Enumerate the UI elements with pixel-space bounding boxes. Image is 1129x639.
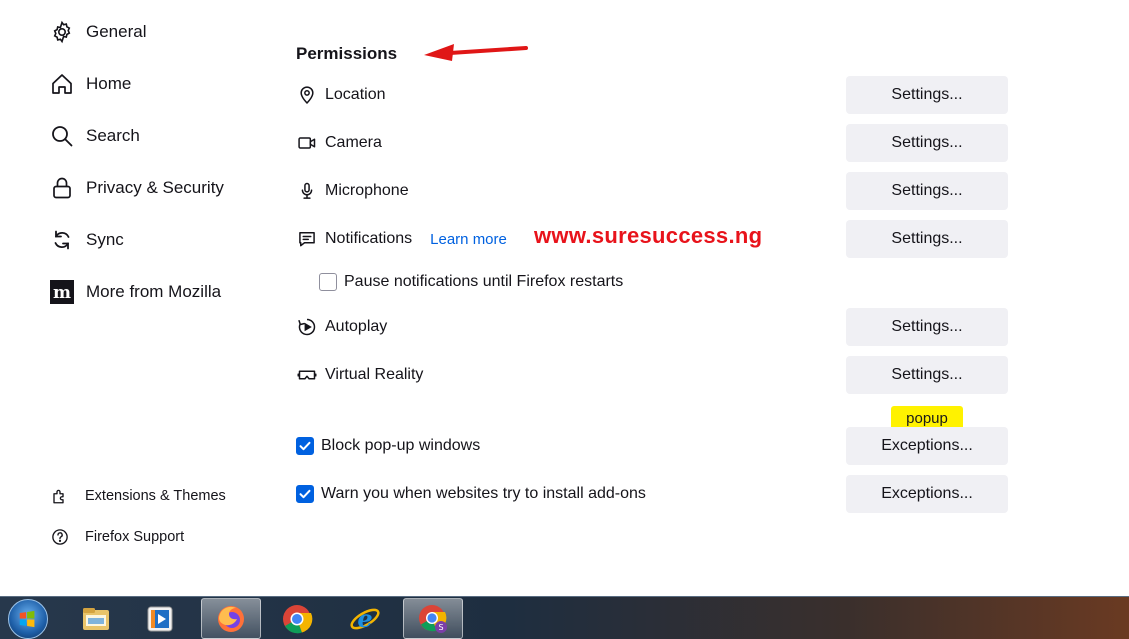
location-settings-button[interactable]: Settings...	[846, 76, 1008, 114]
help-icon	[50, 527, 70, 547]
permission-label: Virtual Reality	[325, 366, 424, 383]
permission-location: Location	[296, 81, 386, 109]
file-explorer-taskbar-button[interactable]	[66, 598, 126, 639]
permission-label: Microphone	[325, 182, 409, 199]
permission-virtual-reality: Virtual Reality	[296, 361, 423, 389]
file-explorer-icon	[83, 607, 109, 630]
permission-microphone: Microphone	[296, 177, 409, 205]
sidebar-item-sync[interactable]: Sync	[50, 225, 124, 255]
autoplay-settings-button[interactable]: Settings...	[846, 308, 1008, 346]
firefox-taskbar-button[interactable]	[201, 598, 261, 639]
vr-icon	[296, 364, 318, 386]
red-arrow-annotation	[424, 44, 528, 61]
windows-logo-icon	[19, 610, 35, 628]
check-icon	[299, 489, 311, 499]
block-popups-option: Block pop-up windows	[296, 434, 480, 458]
sidebar-item-general[interactable]: General	[50, 17, 146, 47]
permission-autoplay: Autoplay	[296, 313, 387, 341]
watermark-annotation: www.suresuccess.ng	[534, 223, 763, 248]
sidebar-footer-label: Extensions & Themes	[85, 488, 226, 504]
sidebar-item-privacy[interactable]: Privacy & Security	[50, 173, 224, 203]
mozilla-icon: m	[50, 280, 74, 304]
internet-explorer-icon: e	[350, 604, 380, 633]
permission-label: Notifications	[325, 230, 413, 247]
checkbox-label: Pause notifications until Firefox restar…	[344, 273, 624, 290]
gear-icon	[50, 20, 74, 44]
chrome-profile-taskbar-button[interactable]: S	[403, 598, 463, 639]
chrome-icon	[283, 604, 313, 633]
media-player-icon	[147, 606, 173, 631]
addons-exceptions-button[interactable]: Exceptions...	[846, 475, 1008, 513]
sidebar-footer-label: Firefox Support	[85, 529, 185, 545]
section-title: Permissions	[296, 44, 398, 63]
sidebar-item-search[interactable]: Search	[50, 121, 140, 151]
learn-more-link[interactable]: Learn more	[430, 231, 507, 248]
chrome-taskbar-button[interactable]	[267, 598, 327, 639]
home-icon	[50, 72, 74, 96]
taskbar: e S	[0, 596, 1129, 639]
microphone-settings-button[interactable]: Settings...	[846, 172, 1008, 210]
media-player-taskbar-button[interactable]	[130, 598, 190, 639]
svg-text:S: S	[438, 623, 443, 632]
popup-exceptions-button[interactable]: Exceptions...	[846, 427, 1008, 465]
sidebar-item-more-from-mozilla[interactable]: m More from Mozilla	[50, 277, 221, 307]
start-button[interactable]	[8, 599, 48, 639]
firefox-icon	[218, 605, 244, 632]
checkbox-label: Block pop-up windows	[321, 437, 481, 454]
permission-label: Location	[325, 86, 386, 103]
svg-text:m: m	[53, 283, 71, 303]
checkbox-label: Warn you when websites try to install ad…	[321, 485, 646, 502]
virtual-reality-settings-button[interactable]: Settings...	[846, 356, 1008, 394]
sync-icon	[50, 228, 74, 252]
sidebar-item-home[interactable]: Home	[50, 69, 131, 99]
notifications-settings-button[interactable]: Settings...	[846, 220, 1008, 258]
location-icon	[296, 84, 318, 106]
warn-addons-option: Warn you when websites try to install ad…	[296, 482, 646, 506]
sidebar-firefox-support[interactable]: Firefox Support	[50, 525, 184, 549]
internet-explorer-taskbar-button[interactable]: e	[335, 598, 395, 639]
check-icon	[299, 441, 311, 451]
sidebar-item-label: General	[86, 22, 147, 41]
lock-icon	[50, 176, 74, 200]
sidebar-item-label: Sync	[86, 230, 124, 249]
camera-settings-button[interactable]: Settings...	[846, 124, 1008, 162]
svg-text:e: e	[357, 604, 372, 633]
microphone-icon	[296, 180, 318, 202]
camera-icon	[296, 132, 318, 154]
notification-icon	[296, 228, 318, 250]
puzzle-icon	[50, 486, 70, 506]
block-popups-checkbox[interactable]	[296, 437, 314, 455]
sidebar-item-label: Privacy & Security	[86, 178, 224, 197]
sidebar-item-label: Home	[86, 74, 132, 93]
permission-camera: Camera	[296, 129, 382, 157]
permission-label: Camera	[325, 134, 382, 151]
sidebar-item-label: More from Mozilla	[86, 282, 222, 301]
sidebar-item-label: Search	[86, 126, 140, 145]
sidebar-extensions-themes[interactable]: Extensions & Themes	[50, 484, 226, 508]
search-icon	[50, 124, 74, 148]
autoplay-icon	[296, 316, 318, 338]
warn-addons-checkbox[interactable]	[296, 485, 314, 503]
chrome-profile-icon: S	[419, 604, 447, 633]
permission-label: Autoplay	[325, 318, 388, 335]
pause-notifications-option: Pause notifications until Firefox restar…	[319, 270, 623, 294]
pause-notifications-checkbox[interactable]	[319, 273, 337, 291]
permission-notifications: Notifications Learn more	[296, 225, 507, 253]
